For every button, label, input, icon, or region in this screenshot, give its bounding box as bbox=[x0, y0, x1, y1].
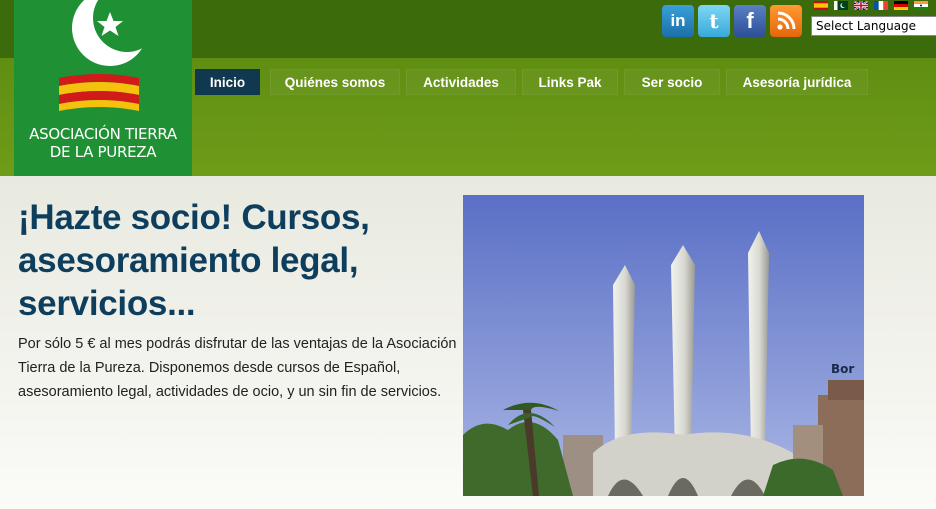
headline-line-3: servicios... bbox=[18, 284, 196, 323]
uk-flag-icon[interactable] bbox=[854, 1, 868, 10]
logo-line-2: DE LA PUREZA bbox=[49, 143, 157, 161]
language-select[interactable]: Select Language bbox=[811, 16, 936, 36]
sign-text: Bor bbox=[831, 362, 854, 376]
logo-text: ASOCIACIÓN TIERRA DE LA PUREZA bbox=[14, 125, 192, 161]
nav-links-pak[interactable]: Links Pak bbox=[522, 69, 618, 95]
linkedin-icon[interactable]: in bbox=[662, 5, 694, 37]
hero-photo: Bor bbox=[463, 195, 864, 496]
headline-line-2: asesoramiento legal, bbox=[18, 241, 359, 280]
nav-asesoria-juridica[interactable]: Asesoría jurídica bbox=[726, 69, 868, 95]
site-logo[interactable]: ASOCIACIÓN TIERRA DE LA PUREZA bbox=[14, 0, 192, 176]
rss-glyph bbox=[777, 11, 796, 30]
crescent-star-flag-emblem bbox=[59, 0, 161, 111]
twitter-icon[interactable]: t bbox=[698, 5, 730, 37]
france-flag-icon[interactable] bbox=[874, 1, 888, 10]
india-flag-icon[interactable] bbox=[914, 1, 928, 10]
nav-ser-socio[interactable]: Ser socio bbox=[624, 69, 720, 95]
monument-image: Bor bbox=[463, 195, 864, 496]
headline-line-1: ¡Hazte socio! Cursos, bbox=[18, 198, 370, 237]
rss-icon[interactable] bbox=[770, 5, 802, 37]
page-headline: ¡Hazte socio! Cursos, asesoramiento lega… bbox=[18, 196, 448, 325]
facebook-icon[interactable]: f bbox=[734, 5, 766, 37]
germany-flag-icon[interactable] bbox=[894, 1, 908, 10]
logo-line-1: ASOCIACIÓN TIERRA bbox=[29, 125, 177, 143]
nav-quienes-somos[interactable]: Quiénes somos bbox=[270, 69, 400, 95]
nav-actividades[interactable]: Actividades bbox=[406, 69, 516, 95]
nav-inicio[interactable]: Inicio bbox=[195, 69, 260, 95]
intro-paragraph: Por sólo 5 € al mes podrás disfrutar de … bbox=[18, 336, 457, 400]
spain-flag-icon[interactable] bbox=[814, 1, 828, 10]
pakistan-flag-icon[interactable] bbox=[834, 1, 848, 10]
